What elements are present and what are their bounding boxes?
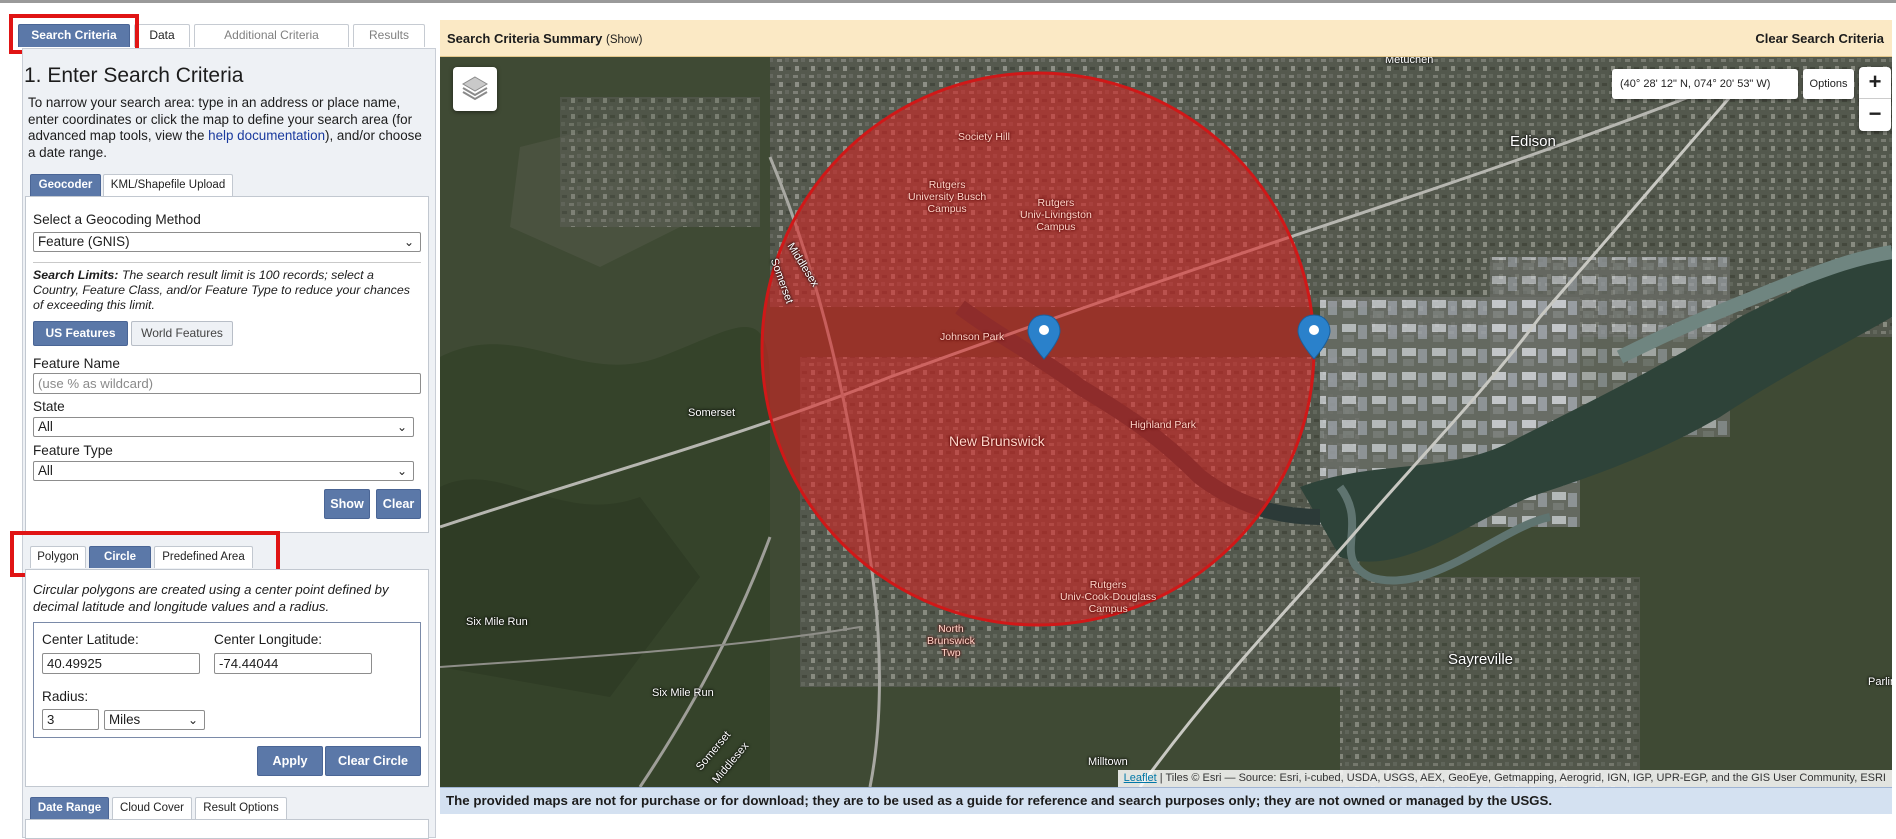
geocoding-method-label: Select a Geocoding Method [33, 212, 201, 227]
radius-input[interactable]: 3 [42, 709, 99, 730]
clear-circle-button[interactable]: Clear Circle [325, 746, 421, 776]
map-view[interactable]: Metuchen Edison Society Hill Rutgers Uni… [440, 57, 1892, 787]
feature-name-label: Feature Name [33, 356, 120, 371]
attribution-text: | Tiles © Esri — Source: Esri, i-cubed, … [1156, 772, 1886, 784]
feature-type-value: All [38, 463, 53, 478]
label-milltown: Milltown [1088, 756, 1128, 768]
tab-additional-criteria[interactable]: Additional Criteria [194, 24, 349, 47]
circle-description: Circular polygons are created using a ce… [33, 582, 389, 614]
state-select[interactable]: All ⌄ [33, 417, 414, 437]
radius-unit-select[interactable]: Miles ⌄ [104, 710, 205, 730]
label-six-mile-run-2: Six Mile Run [652, 687, 714, 699]
summary-title: Search Criteria Summary (Show) [447, 31, 642, 46]
feature-type-select[interactable]: All ⌄ [33, 461, 414, 481]
date-range-box [25, 819, 429, 839]
geocoding-method-select[interactable]: Feature (GNIS) ⌄ [33, 232, 421, 252]
summary-show-link[interactable]: (Show) [606, 34, 642, 46]
leaflet-link[interactable]: Leaflet [1124, 772, 1157, 784]
label-six-mile-run-1: Six Mile Run [466, 616, 528, 628]
center-latitude-label: Center Latitude: [42, 632, 139, 647]
zoom-control: + − [1859, 67, 1891, 131]
label-parlin: Parlin [1868, 676, 1892, 688]
summary-title-text: Search Criteria Summary [447, 31, 603, 46]
search-limits-note: Search Limits: The search result limit i… [33, 268, 419, 313]
state-label: State [33, 399, 65, 414]
cursor-coordinates: (40° 28' 12" N, 074° 20' 53" W) [1612, 69, 1798, 99]
layers-icon [462, 76, 488, 101]
clear-button[interactable]: Clear [376, 489, 421, 519]
state-value: All [38, 419, 53, 434]
map-disclaimer: The provided maps are not for purchase o… [440, 787, 1892, 814]
tab-cloud-cover[interactable]: Cloud Cover [112, 797, 192, 819]
apply-button[interactable]: Apply [257, 746, 323, 776]
radius-label: Radius: [42, 689, 89, 704]
tab-date-range[interactable]: Date Range [30, 797, 109, 819]
map-attribution: Leaflet | Tiles © Esri — Source: Esri, i… [1117, 770, 1892, 787]
chevron-down-icon: ⌄ [403, 235, 414, 249]
map-options-button[interactable]: Options [1803, 69, 1854, 99]
step-title: 1. Enter Search Criteria [24, 64, 244, 87]
label-rutgers-cook-douglass: Rutgers Univ-Cook-Douglass Campus [1060, 579, 1157, 615]
label-rutgers-livingston: Rutgers Univ-Livingston Campus [1020, 197, 1092, 233]
help-documentation-link[interactable]: help documentation [208, 128, 325, 143]
center-longitude-label: Center Longitude: [214, 632, 323, 647]
intro-text: To narrow your search area: type in an a… [28, 95, 423, 161]
show-button[interactable]: Show [324, 489, 370, 519]
chevron-down-icon: ⌄ [396, 464, 407, 478]
tab-result-options[interactable]: Result Options [195, 797, 287, 819]
tab-results[interactable]: Results [353, 24, 425, 47]
label-society-hill: Society Hill [958, 131, 1010, 143]
layers-button[interactable] [453, 67, 497, 111]
label-metuchen: Metuchen [1385, 57, 1434, 66]
radius-unit-value: Miles [109, 712, 141, 727]
label-johnson-park: Johnson Park [940, 331, 1005, 343]
label-highland-park: Highland Park [1130, 419, 1196, 431]
clear-search-criteria-link[interactable]: Clear Search Criteria [1755, 31, 1884, 46]
label-new-brunswick: New Brunswick [949, 433, 1045, 449]
feature-name-input[interactable]: (use % as wildcard) [33, 373, 421, 394]
window-top-border [0, 0, 1896, 3]
label-edison: Edison [1510, 133, 1556, 150]
label-somerset: Somerset [688, 407, 736, 419]
center-latitude-input[interactable]: 40.49925 [42, 653, 200, 674]
label-sayreville: Sayreville [1448, 651, 1514, 668]
geocoding-method-value: Feature (GNIS) [38, 234, 130, 249]
divider [33, 262, 421, 263]
zoom-in-button[interactable]: + [1859, 67, 1891, 99]
label-north-brunswick: North Brunswick Twp [927, 623, 975, 659]
zoom-out-button[interactable]: − [1859, 99, 1891, 131]
label-rutgers-busch: Rutgers University Busch Campus [908, 179, 987, 215]
tab-geocoder[interactable]: Geocoder [30, 174, 101, 196]
search-limits-heading: Search Limits: [33, 268, 119, 282]
search-criteria-summary-bar: Search Criteria Summary (Show) Clear Sea… [440, 20, 1892, 57]
tab-data-sets[interactable]: Data Sets [134, 24, 190, 63]
chevron-down-icon: ⌄ [187, 713, 198, 727]
center-longitude-input[interactable]: -74.44044 [214, 653, 372, 674]
chevron-down-icon: ⌄ [396, 420, 407, 434]
feature-type-label: Feature Type [33, 443, 113, 458]
world-features-button[interactable]: World Features [131, 321, 233, 346]
us-features-button[interactable]: US Features [33, 321, 128, 346]
tab-kml-shapefile-upload[interactable]: KML/Shapefile Upload [103, 174, 233, 196]
